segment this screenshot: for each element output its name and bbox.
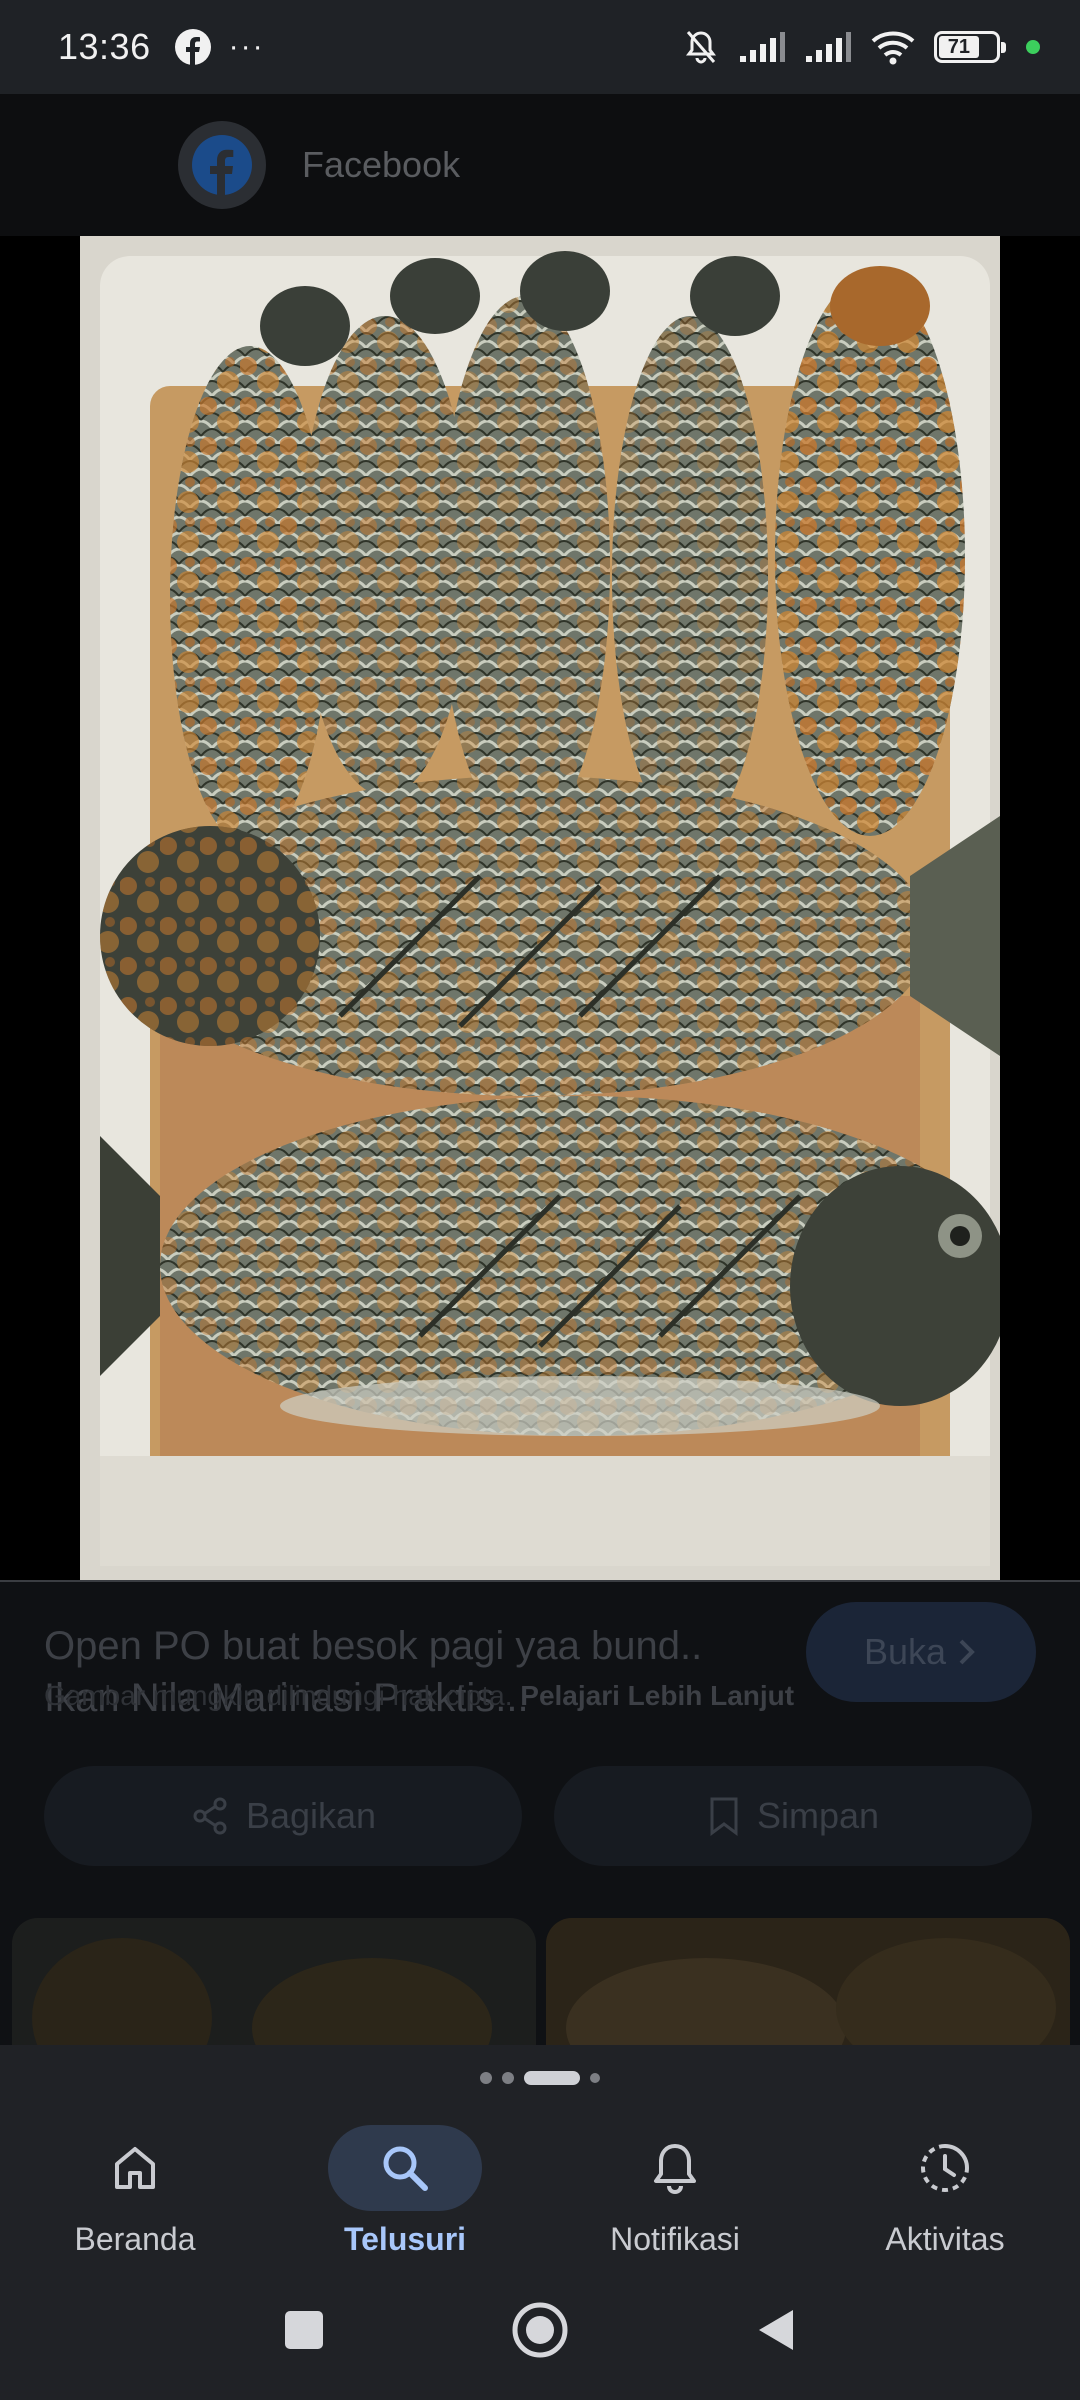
nav-item-home[interactable]: Beranda (0, 2125, 270, 2275)
page-dot (502, 2072, 514, 2084)
status-time: 13:36 (58, 26, 151, 67)
home-icon (115, 2147, 155, 2189)
facebook-logo-icon (178, 121, 266, 209)
bookmark-icon (710, 1797, 738, 1836)
battery-icon: 71 (934, 31, 1006, 63)
page-indicator (0, 2071, 1080, 2085)
square-icon (285, 2311, 323, 2349)
signal-icon-2 (806, 32, 851, 62)
status-bar: 13:36 ··· 71 (0, 0, 1080, 94)
nav-item-notifications[interactable]: Notifikasi (540, 2125, 810, 2275)
activity-icon (921, 2144, 969, 2192)
privacy-indicator-dot (1026, 40, 1040, 54)
back-triangle-icon (759, 2310, 793, 2350)
share-label: Bagikan (245, 1795, 377, 1836)
share-button[interactable]: Bagikan (44, 1766, 522, 1866)
system-navigation-bar (0, 2270, 1080, 2400)
save-label: Simpan (756, 1795, 880, 1836)
related-image-thumbnail-2[interactable] (546, 1918, 1070, 2058)
copyright-notice: Gambar mungkin dilindungi hak cipta. Pel… (44, 1680, 794, 1712)
page-dot-active (524, 2071, 580, 2085)
source-header: Facebook (0, 94, 1080, 236)
nav-item-search[interactable]: Telusuri (270, 2125, 540, 2275)
bell-icon (654, 2144, 696, 2195)
page-dot (480, 2072, 492, 2084)
nav-label-search: Telusuri (343, 2221, 467, 2257)
page-dot (590, 2073, 600, 2083)
status-icons: 71 (682, 28, 1040, 66)
nav-item-activity[interactable]: Aktivitas (810, 2125, 1080, 2275)
preview-image[interactable] (80, 236, 1000, 1580)
recents-button[interactable] (264, 2290, 344, 2370)
search-icon (383, 2146, 428, 2191)
visit-label: Buka (863, 1631, 947, 1672)
divider (0, 1580, 1080, 1582)
home-system-button[interactable] (500, 2290, 580, 2370)
back-button[interactable] (736, 2290, 816, 2370)
circle-icon (512, 2302, 568, 2358)
wifi-icon (871, 31, 915, 65)
signal-icon (740, 32, 785, 62)
related-image-thumbnail[interactable] (12, 1918, 536, 2058)
nav-label-activity: Aktivitas (885, 2221, 1005, 2257)
small-fish-group (170, 251, 965, 846)
learn-more-link[interactable]: Pelajari Lebih Lanjut (520, 1680, 794, 1711)
more-notifications-icon: ··· (228, 30, 265, 63)
save-button[interactable]: Simpan (554, 1766, 1032, 1866)
source-name[interactable]: Facebook (302, 144, 460, 186)
screen: 13:36 ··· 71 Facebook Open PO buat besok… (0, 0, 1080, 2400)
nav-label-home: Beranda (74, 2221, 196, 2257)
share-icon (193, 1797, 227, 1835)
mute-icon (686, 31, 716, 64)
copyright-text: Gambar mungkin dilindungi hak cipta. (44, 1680, 513, 1711)
facebook-notification-icon (174, 29, 211, 65)
battery-level: 71 (947, 35, 970, 58)
visit-button[interactable]: Buka (806, 1602, 1036, 1702)
nav-label-notifications: Notifikasi (610, 2221, 740, 2257)
chevron-right-icon (959, 1639, 975, 1665)
image-details-panel: Open PO buat besok pagi yaa bund.. Ikan … (0, 1580, 1080, 2058)
